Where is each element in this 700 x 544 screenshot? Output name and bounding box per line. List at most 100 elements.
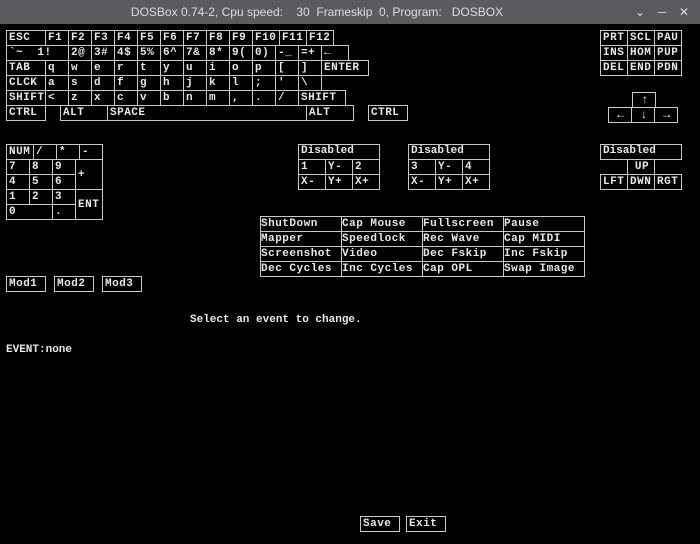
key-scrolllock[interactable]: SCL xyxy=(627,30,655,46)
key-f5[interactable]: F5 xyxy=(137,30,161,46)
joy1-btn1[interactable]: 1 xyxy=(298,159,326,175)
key-lessthan[interactable]: < xyxy=(45,90,69,106)
key-rbracket[interactable]: ] xyxy=(298,60,322,76)
key-num7[interactable]: 7 xyxy=(6,159,30,175)
key-period[interactable]: . xyxy=(252,90,276,106)
fn-incfskip[interactable]: Inc Fskip xyxy=(503,246,585,262)
key-5[interactable]: 5% xyxy=(137,45,161,61)
key-lalt[interactable]: ALT xyxy=(60,105,108,121)
fn-decfskip[interactable]: Dec Fskip xyxy=(422,246,504,262)
key-4[interactable]: 4$ xyxy=(114,45,138,61)
key-grave[interactable]: `~ 1! xyxy=(6,45,69,61)
key-num0[interactable]: 0 xyxy=(6,204,53,220)
key-2[interactable]: 2@ xyxy=(68,45,92,61)
mod3-button[interactable]: Mod3 xyxy=(102,276,142,292)
joy1-btn2[interactable]: 2 xyxy=(352,159,380,175)
key-s[interactable]: s xyxy=(68,75,92,91)
key-7[interactable]: 7& xyxy=(183,45,207,61)
key-3[interactable]: 3# xyxy=(91,45,115,61)
key-nummul[interactable]: * xyxy=(56,144,80,160)
key-rctrl[interactable]: CTRL xyxy=(368,105,408,121)
key-num2[interactable]: 2 xyxy=(29,189,53,205)
key-numsub[interactable]: - xyxy=(79,144,103,160)
key-c[interactable]: c xyxy=(114,90,138,106)
key-d[interactable]: d xyxy=(91,75,115,91)
fn-fullscreen[interactable]: Fullscreen xyxy=(422,216,504,232)
key-n[interactable]: n xyxy=(183,90,207,106)
key-i[interactable]: i xyxy=(206,60,230,76)
key-x[interactable]: x xyxy=(91,90,115,106)
key-9[interactable]: 9( xyxy=(229,45,253,61)
hat-right[interactable]: RGT xyxy=(654,174,682,190)
joy2-yminus[interactable]: Y- xyxy=(435,159,463,175)
fn-inccycles[interactable]: Inc Cycles xyxy=(341,261,423,277)
hat-left[interactable]: LFT xyxy=(600,174,628,190)
key-f12[interactable]: F12 xyxy=(306,30,334,46)
key-t[interactable]: t xyxy=(137,60,161,76)
key-b[interactable]: b xyxy=(160,90,184,106)
save-button[interactable]: Save xyxy=(360,516,400,532)
key-f6[interactable]: F6 xyxy=(160,30,184,46)
key-f7[interactable]: F7 xyxy=(183,30,207,46)
key-lshift[interactable]: SHIFT xyxy=(6,90,46,106)
key-backslash[interactable]: \ xyxy=(298,75,322,91)
key-ralt[interactable]: ALT xyxy=(306,105,354,121)
fn-swapimage[interactable]: Swap Image xyxy=(503,261,585,277)
key-numdot[interactable]: . xyxy=(52,204,76,220)
key-printscreen[interactable]: PRT xyxy=(600,30,628,46)
key-num5[interactable]: 5 xyxy=(29,174,53,190)
key-pagedown[interactable]: PDN xyxy=(654,60,682,76)
key-y[interactable]: y xyxy=(160,60,184,76)
key-v[interactable]: v xyxy=(137,90,161,106)
key-backspace[interactable]: ← xyxy=(321,45,349,61)
joy1-xplus[interactable]: X+ xyxy=(352,174,380,190)
key-num8[interactable]: 8 xyxy=(29,159,53,175)
key-esc[interactable]: ESC xyxy=(6,30,46,46)
key-quote[interactable]: ' xyxy=(275,75,299,91)
key-lbracket[interactable]: [ xyxy=(275,60,299,76)
joy2-xplus[interactable]: X+ xyxy=(462,174,490,190)
key-numenter[interactable]: ENT xyxy=(75,189,103,220)
key-left[interactable]: ← xyxy=(608,107,632,123)
key-num9[interactable]: 9 xyxy=(52,159,76,175)
joy1-yminus[interactable]: Y- xyxy=(325,159,353,175)
mod1-button[interactable]: Mod1 xyxy=(6,276,46,292)
key-f4[interactable]: F4 xyxy=(114,30,138,46)
key-capslock[interactable]: CLCK xyxy=(6,75,46,91)
joy2-btn4[interactable]: 4 xyxy=(462,159,490,175)
key-end[interactable]: END xyxy=(627,60,655,76)
fn-screenshot[interactable]: Screenshot xyxy=(260,246,342,262)
key-slash[interactable]: / xyxy=(275,90,299,106)
key-home[interactable]: HOM xyxy=(627,45,655,61)
key-m[interactable]: m xyxy=(206,90,230,106)
key-f[interactable]: f xyxy=(114,75,138,91)
key-semicolon[interactable]: ; xyxy=(252,75,276,91)
fn-shutdown[interactable]: ShutDown xyxy=(260,216,342,232)
fn-capmouse[interactable]: Cap Mouse xyxy=(341,216,423,232)
key-num4[interactable]: 4 xyxy=(6,174,30,190)
key-a[interactable]: a xyxy=(45,75,69,91)
key-lctrl[interactable]: CTRL xyxy=(6,105,46,121)
key-space[interactable]: SPACE xyxy=(107,105,307,121)
key-down[interactable]: ↓ xyxy=(631,107,655,123)
key-numadd[interactable]: + xyxy=(75,159,103,190)
key-f3[interactable]: F3 xyxy=(91,30,115,46)
key-minus[interactable]: -_ xyxy=(275,45,299,61)
key-q[interactable]: q xyxy=(45,60,69,76)
key-h[interactable]: h xyxy=(160,75,184,91)
key-num1[interactable]: 1 xyxy=(6,189,30,205)
key-f9[interactable]: F9 xyxy=(229,30,253,46)
key-insert[interactable]: INS xyxy=(600,45,628,61)
hat-up[interactable]: UP xyxy=(627,159,655,175)
key-f1[interactable]: F1 xyxy=(45,30,69,46)
key-rshift[interactable]: SHIFT xyxy=(298,90,346,106)
key-p[interactable]: p xyxy=(252,60,276,76)
mod2-button[interactable]: Mod2 xyxy=(54,276,94,292)
key-z[interactable]: z xyxy=(68,90,92,106)
key-tab[interactable]: TAB xyxy=(6,60,46,76)
fn-deccycles[interactable]: Dec Cycles xyxy=(260,261,342,277)
key-k[interactable]: k xyxy=(206,75,230,91)
close-icon[interactable]: ✕ xyxy=(676,4,692,20)
fn-capmidi[interactable]: Cap MIDI xyxy=(503,231,585,247)
exit-button[interactable]: Exit xyxy=(406,516,446,532)
